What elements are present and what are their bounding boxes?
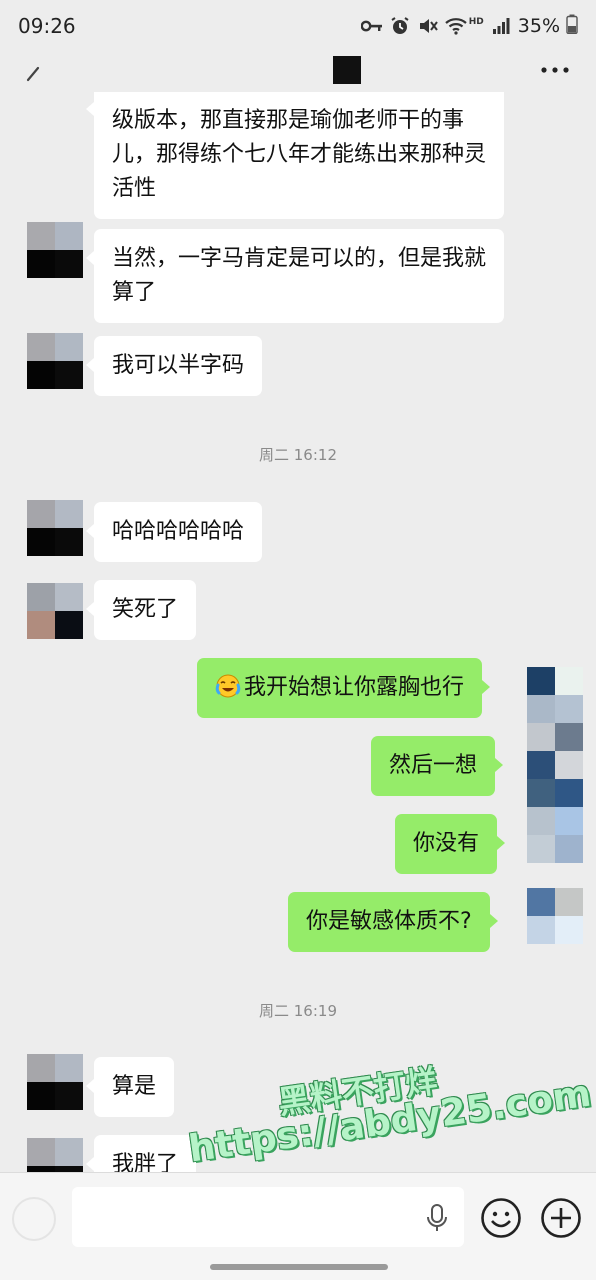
message-text: 你没有 — [413, 831, 480, 856]
voice-icon[interactable] — [12, 1197, 56, 1241]
incoming-message[interactable]: 哈哈哈哈哈哈 — [85, 502, 263, 562]
mute-icon — [417, 15, 439, 37]
avatar[interactable] — [27, 1138, 83, 1172]
message-text: 我胖了 — [112, 1152, 179, 1172]
outgoing-message[interactable]: 你没有 — [395, 814, 506, 874]
plus-icon[interactable] — [540, 1197, 582, 1239]
key-icon — [360, 15, 383, 37]
chat-area[interactable]: 级版本，那直接那是瑜伽老师干的事儿，那得练个七八年才能练出来那种灵活性 当然，一… — [0, 92, 596, 1172]
status-time: 09:26 — [18, 14, 76, 38]
avatar[interactable] — [27, 500, 83, 556]
avatar[interactable] — [27, 333, 83, 389]
message-text: 哈哈哈哈哈哈 — [112, 519, 245, 544]
status-bar: 09:26 HD 35% — [0, 0, 596, 52]
message-text: 笑死了 — [112, 597, 179, 622]
mic-icon[interactable] — [424, 1203, 450, 1233]
emoji-icon[interactable] — [480, 1197, 522, 1239]
message-text: 我开始想让你露胸也行 — [244, 675, 465, 700]
incoming-message[interactable]: 算是 — [85, 1057, 175, 1117]
message-text: 级版本，那直接那是瑜伽老师干的事儿，那得练个七八年才能练出来那种灵活性 — [112, 108, 487, 201]
outgoing-message[interactable]: 你是敏感体质不? — [288, 892, 498, 952]
more-icon[interactable] — [540, 56, 570, 84]
avatar[interactable] — [27, 1054, 83, 1110]
message-text: 你是敏感体质不? — [306, 909, 472, 934]
back-icon[interactable] — [22, 60, 46, 84]
own-avatar[interactable] — [527, 888, 583, 944]
battery-icon — [566, 14, 578, 38]
laugh-cry-emoji-icon — [215, 673, 241, 699]
message-text: 当然，一字马肯定是可以的，但是我就算了 — [112, 246, 487, 305]
signal-icon — [490, 15, 512, 37]
avatar[interactable] — [27, 583, 83, 639]
incoming-message[interactable]: 当然，一字马肯定是可以的，但是我就算了 — [86, 229, 504, 323]
timestamp: 周二 16:19 — [259, 1002, 337, 1020]
wifi-icon — [445, 15, 467, 37]
message-input[interactable] — [72, 1187, 464, 1247]
message-text: 算是 — [112, 1074, 157, 1099]
incoming-message[interactable]: 级版本，那直接那是瑜伽老师干的事儿，那得练个七八年才能练出来那种灵活性 — [86, 92, 504, 219]
alarm-icon — [389, 15, 411, 37]
incoming-message[interactable]: 我胖了 — [85, 1135, 197, 1172]
timestamp: 周二 16:12 — [259, 446, 337, 464]
avatar[interactable] — [27, 222, 83, 278]
home-indicator[interactable] — [210, 1264, 388, 1270]
message-text: 我可以半字码 — [112, 353, 245, 378]
battery-percent: 35% — [517, 15, 560, 37]
status-icons: HD 35% — [360, 14, 578, 38]
incoming-message[interactable]: 笑死了 — [85, 580, 197, 640]
own-avatar[interactable] — [527, 667, 583, 863]
outgoing-message[interactable]: 我开始想让你露胸也行 — [197, 658, 491, 718]
message-text: 然后一想 — [389, 753, 478, 778]
hd-icon: HD — [468, 17, 484, 27]
outgoing-message[interactable]: 然后一想 — [371, 736, 504, 796]
incoming-message[interactable]: 我可以半字码 — [85, 336, 263, 396]
nav-bar — [0, 52, 596, 92]
chat-title-redacted — [333, 56, 361, 84]
